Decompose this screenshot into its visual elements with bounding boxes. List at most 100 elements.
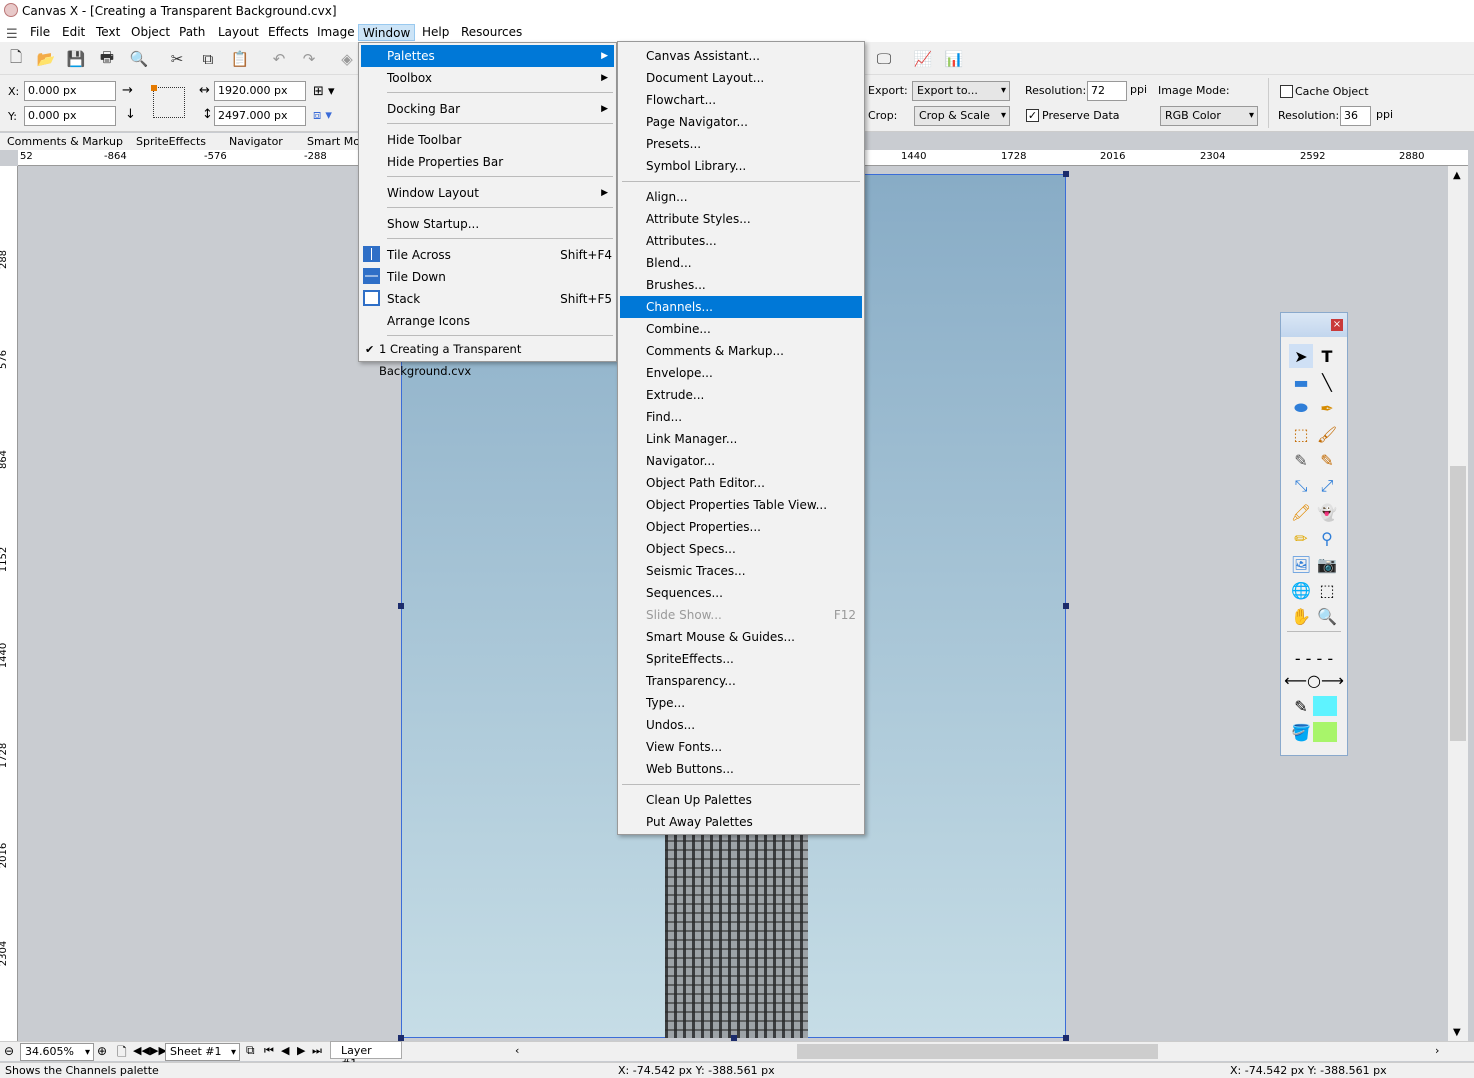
undo-icon[interactable]: ↶	[268, 48, 290, 70]
palette-menu-item[interactable]: Type...	[620, 692, 862, 714]
menu-item-toolbox[interactable]: Toolbox ▶	[361, 67, 614, 89]
export-dropdown[interactable]: Export to...	[912, 81, 1010, 101]
transform-dropdown-icon[interactable]: ⧈ ▾	[313, 108, 332, 123]
tab-spriteeffects[interactable]: SpriteEffects	[136, 135, 206, 148]
dash-style-icon[interactable]: - - - -	[1289, 646, 1339, 670]
menu-resources[interactable]: Resources	[457, 24, 526, 41]
display-icon[interactable]: 🖵	[873, 48, 895, 70]
fill-color-swatch[interactable]	[1313, 722, 1337, 742]
hand-tool-icon[interactable]: ✋	[1289, 604, 1313, 628]
new-file-icon[interactable]: 🗋	[5, 48, 27, 70]
palette-menu-item[interactable]: Envelope...	[620, 362, 862, 384]
layers-icon[interactable]: ⧉	[246, 1043, 255, 1058]
transform-tool-icon[interactable]: ⤢	[1315, 474, 1339, 498]
open-file-icon[interactable]: 📂	[35, 48, 57, 70]
zoom-dropdown[interactable]: 34.605%	[20, 1043, 94, 1061]
pencil-tool-icon[interactable]: ✏	[1289, 526, 1313, 550]
palette-menu-item[interactable]: SpriteEffects...	[620, 648, 862, 670]
ellipse-tool-icon[interactable]: ⬬	[1289, 396, 1313, 420]
close-icon[interactable]: ×	[1331, 319, 1343, 331]
brush-tool-icon[interactable]: 🖌	[1315, 422, 1339, 446]
palette-menu-item[interactable]: Link Manager...	[620, 428, 862, 450]
menu-file[interactable]: File	[26, 24, 54, 41]
palette-menu-item[interactable]: View Fonts...	[620, 736, 862, 758]
arrowhead-style-icon[interactable]: ⟵○⟶	[1284, 668, 1344, 692]
menu-item-docking-bar[interactable]: Docking Bar ▶	[361, 98, 614, 120]
zoom-tool-icon[interactable]: 🔍	[1315, 604, 1339, 628]
hamburger-icon[interactable]: ☰	[6, 27, 18, 42]
tab-comments-markup[interactable]: Comments & Markup	[7, 135, 123, 148]
palette-menu-item[interactable]: Object Properties...	[620, 516, 862, 538]
menu-help[interactable]: Help	[418, 24, 453, 41]
vertical-scroll-thumb[interactable]	[1450, 466, 1466, 741]
pen-color-icon[interactable]: ✎	[1289, 694, 1313, 718]
palette-menu-item[interactable]: Seismic Traces...	[620, 560, 862, 582]
palette-menu-item[interactable]: Transparency...	[620, 670, 862, 692]
palette-menu-item[interactable]: Align...	[620, 186, 862, 208]
palette-menu-item[interactable]: Slide Show... F12	[620, 604, 862, 626]
menu-window[interactable]: Window	[358, 24, 416, 41]
palette-menu-item[interactable]: Smart Mouse & Guides...	[620, 626, 862, 648]
zoom-out-icon[interactable]: ⊖	[4, 1044, 14, 1058]
menu-text[interactable]: Text	[92, 24, 124, 41]
menu-edit[interactable]: Edit	[58, 24, 89, 41]
reference-point-icon[interactable]	[151, 85, 185, 118]
scroll-up-icon[interactable]: ▲	[1453, 170, 1461, 181]
camera-icon[interactable]: 📷	[1315, 552, 1339, 576]
selection-brush-icon[interactable]: ⬚	[1289, 422, 1313, 446]
line-tool-icon[interactable]: ╲	[1315, 370, 1339, 394]
palette-menu-item[interactable]: Attributes...	[620, 230, 862, 252]
crop-tool-icon[interactable]: ⬚	[1315, 578, 1339, 602]
scroll-right-icon[interactable]: ›	[1435, 1044, 1439, 1057]
x-field[interactable]: 0.000 px	[24, 81, 116, 101]
new-sheet-icon[interactable]: 🗋	[117, 1043, 127, 1064]
text-tool-icon[interactable]: T	[1315, 344, 1339, 368]
palette-menu-item[interactable]: Put Away Palettes	[620, 811, 862, 833]
menu-item-stack[interactable]: Stack Shift+F5	[361, 288, 614, 310]
palette-menu-item[interactable]: Clean Up Palettes	[620, 789, 862, 811]
menu-item-open-document[interactable]: 1 Creating a Transparent Background.cvx	[361, 338, 614, 378]
palette-menu-item[interactable]: Canvas Assistant...	[620, 45, 862, 67]
palette-menu-item[interactable]: Combine...	[620, 318, 862, 340]
palette-menu-item[interactable]: Sequences...	[620, 582, 862, 604]
cut-icon[interactable]: ✂	[166, 48, 188, 70]
menu-item-show-startup[interactable]: Show Startup...	[361, 213, 614, 235]
magnify-glass-icon[interactable]: ⚲	[1315, 526, 1339, 550]
palette-menu-item[interactable]: Object Path Editor...	[620, 472, 862, 494]
menu-path[interactable]: Path	[175, 24, 209, 41]
image-mode-dropdown[interactable]: RGB Color	[1160, 106, 1258, 126]
menu-image[interactable]: Image	[313, 24, 359, 41]
palette-menu-item[interactable]: Page Navigator...	[620, 111, 862, 133]
palette-menu-item[interactable]: Presets...	[620, 133, 862, 155]
prev-layer-icon[interactable]: ◀	[281, 1044, 289, 1057]
selection-handle[interactable]	[398, 603, 404, 609]
chart-line-icon[interactable]: 📈	[912, 48, 934, 70]
scroll-down-icon[interactable]: ▼	[1453, 1027, 1461, 1038]
eyedropper-icon[interactable]: ✎	[1289, 448, 1313, 472]
menu-item-tile-across[interactable]: Tile Across Shift+F4	[361, 244, 614, 266]
selection-handle[interactable]	[1063, 171, 1069, 177]
menu-item-hide-toolbar[interactable]: Hide Toolbar	[361, 129, 614, 151]
layer-tab[interactable]: Layer #1	[330, 1041, 402, 1070]
resolution-field[interactable]: 72	[1087, 81, 1127, 101]
crop-dropdown[interactable]: Crop & Scale	[914, 106, 1010, 126]
save-icon[interactable]: 💾	[65, 48, 87, 70]
paste-icon[interactable]: 📋	[229, 48, 251, 70]
print-preview-icon[interactable]: 🔍	[128, 48, 150, 70]
palette-menu-item[interactable]: Extrude...	[620, 384, 862, 406]
palette-menu-item[interactable]: Navigator...	[620, 450, 862, 472]
prev-sheet-icon[interactable]: ◀◀	[133, 1044, 150, 1057]
scroll-left-icon[interactable]: ‹	[515, 1044, 519, 1057]
palette-menu-item[interactable]: Comments & Markup...	[620, 340, 862, 362]
color-picker-icon[interactable]: ✎	[1315, 448, 1339, 472]
height-field[interactable]: 2497.000 px	[214, 106, 306, 126]
menu-layout[interactable]: Layout	[214, 24, 263, 41]
pen-tool-icon[interactable]: ✒	[1315, 396, 1339, 420]
palette-menu-item[interactable]: Web Buttons...	[620, 758, 862, 780]
align-dropdown-icon[interactable]: ⊞ ▾	[313, 84, 335, 99]
tab-navigator[interactable]: Navigator	[229, 135, 283, 148]
menu-item-hide-properties-bar[interactable]: Hide Properties Bar	[361, 151, 614, 173]
redo-icon[interactable]: ↷	[298, 48, 320, 70]
sheet-dropdown[interactable]: Sheet #1	[165, 1043, 240, 1061]
fill-bucket-icon[interactable]: 🪣	[1289, 720, 1313, 744]
